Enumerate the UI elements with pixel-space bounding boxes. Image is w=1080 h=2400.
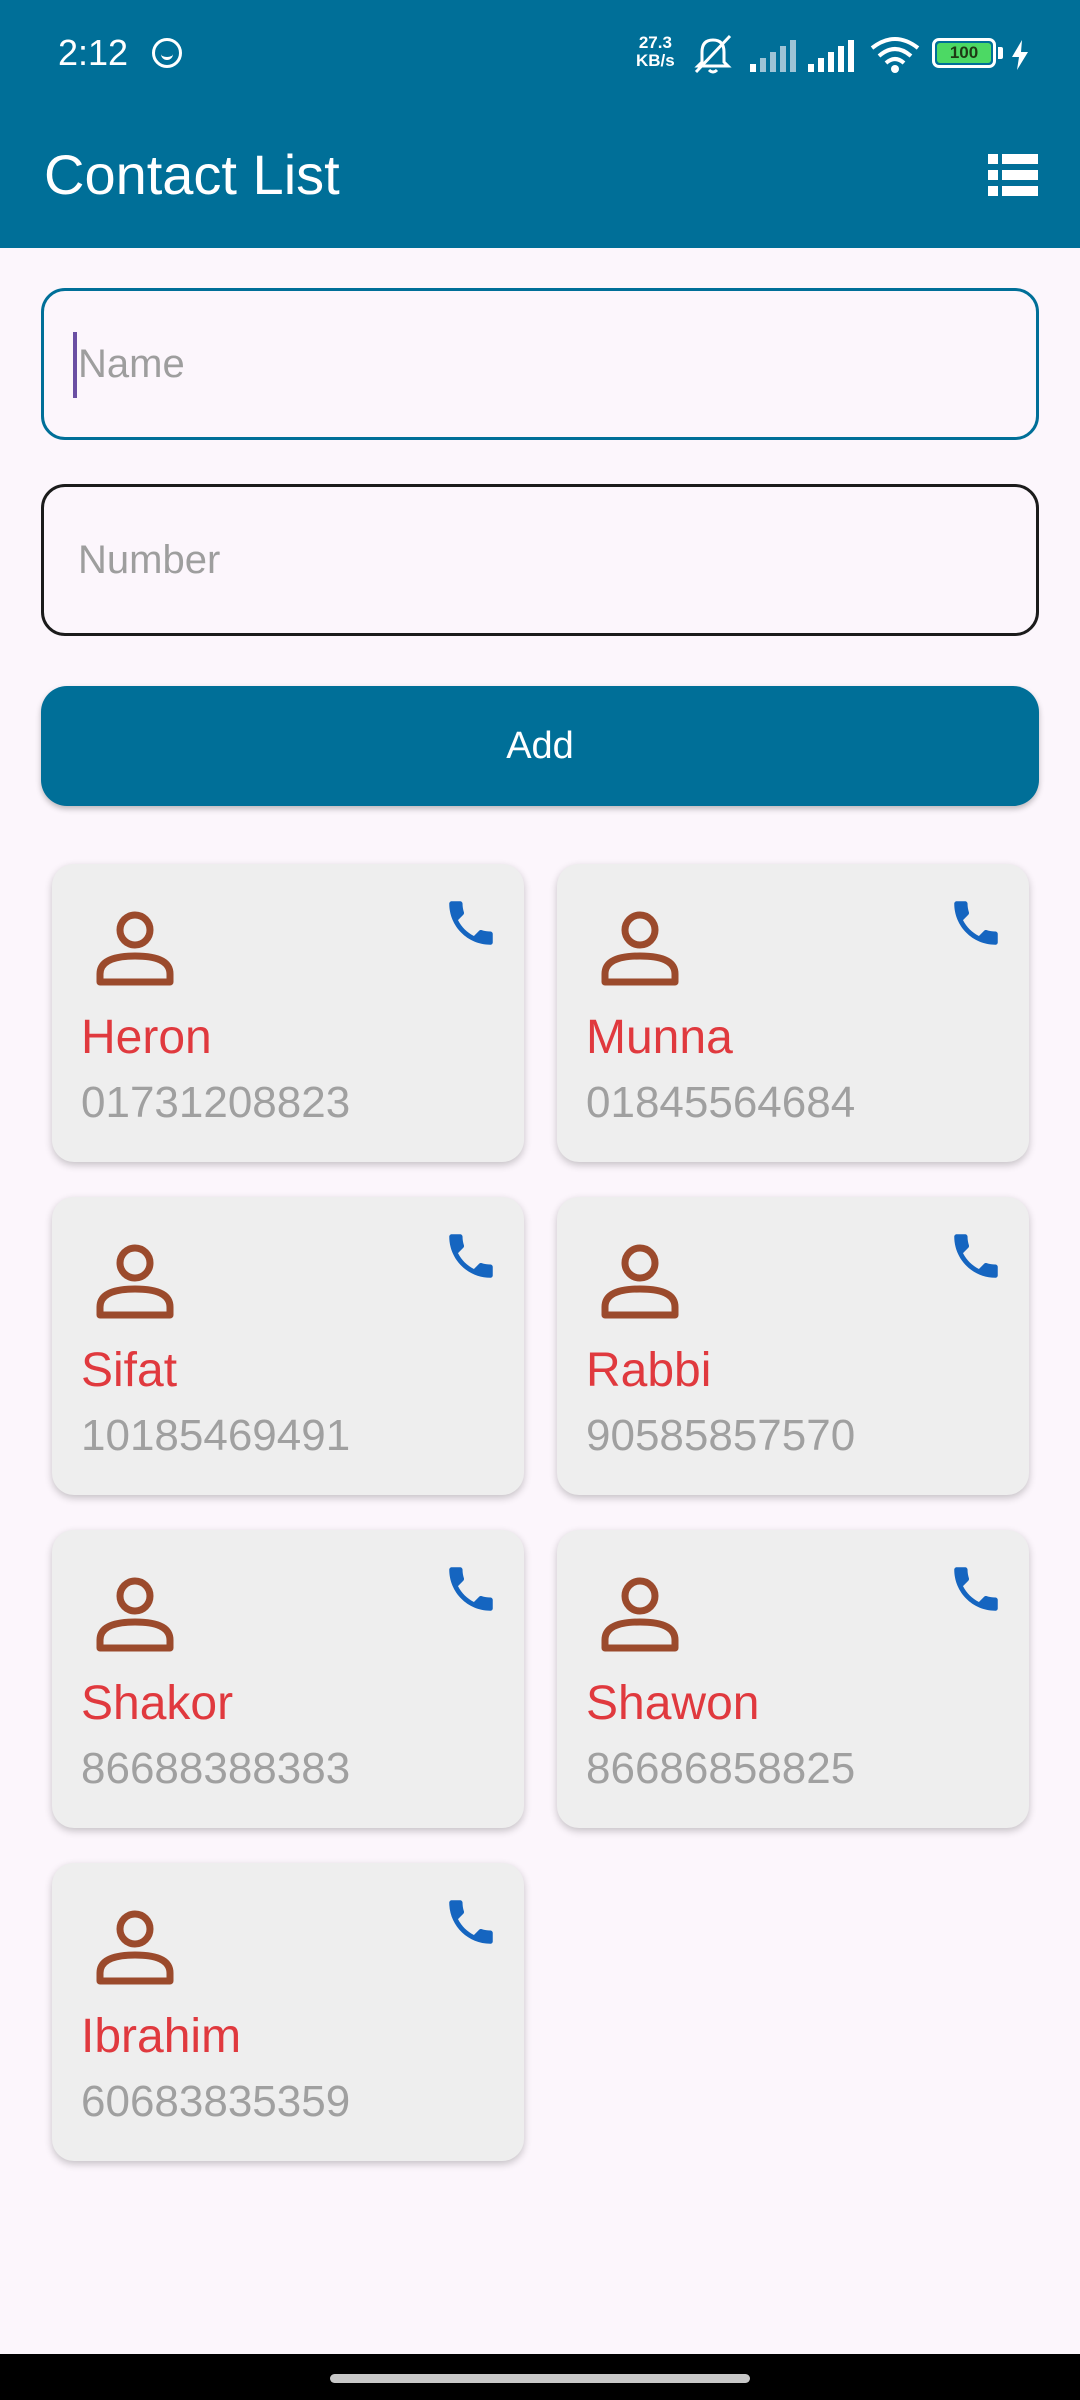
contact-card[interactable]: Ibrahim 60683835359 — [52, 1863, 524, 2161]
person-icon — [96, 911, 174, 986]
contact-name: Munna — [586, 1011, 733, 1064]
contact-card[interactable]: Munna 01845564684 — [557, 864, 1029, 1162]
phone-icon[interactable] — [947, 1227, 1005, 1285]
status-time: 2:12 — [58, 32, 129, 73]
number-input[interactable] — [44, 487, 1036, 633]
contact-card[interactable]: Shakor 86688388383 — [52, 1530, 524, 1828]
app-bar: Contact List — [0, 108, 1080, 248]
contact-card[interactable]: Rabbi 90585857570 — [557, 1197, 1029, 1495]
phone-icon[interactable] — [947, 894, 1005, 952]
person-icon — [601, 911, 679, 986]
contact-number: 60683835359 — [81, 2077, 351, 2126]
name-field-container — [41, 288, 1039, 440]
contact-name: Heron — [81, 1011, 212, 1064]
signal-icon — [808, 40, 854, 72]
number-field-container — [41, 484, 1039, 636]
phone-icon[interactable] — [442, 1560, 500, 1618]
contact-name: Ibrahim — [81, 2010, 242, 2063]
contact-card[interactable]: Heron 01731208823 — [52, 864, 524, 1162]
person-icon — [96, 1910, 174, 1985]
person-icon — [96, 1577, 174, 1652]
phone-icon[interactable] — [442, 1227, 500, 1285]
mute-icon — [694, 34, 732, 74]
contact-number: 10185469491 — [81, 1411, 351, 1460]
contact-number: 86688388383 — [81, 1744, 351, 1793]
battery-tip — [998, 47, 1003, 59]
battery-icon: 100 — [932, 38, 996, 68]
phone-icon[interactable] — [442, 894, 500, 952]
network-speed-unit: KB/s — [636, 51, 675, 70]
contact-number: 01845564684 — [586, 1078, 856, 1127]
page-title: Contact List — [44, 143, 340, 206]
contact-card[interactable]: Shawon 86686858825 — [557, 1530, 1029, 1828]
contact-name: Shakor — [81, 1677, 234, 1730]
wifi-icon — [870, 37, 920, 73]
status-bar: 2:12 27.3 KB/s 100 — [0, 0, 1080, 108]
person-icon — [601, 1244, 679, 1319]
text-cursor — [73, 332, 77, 398]
network-speed-value: 27.3 — [638, 33, 672, 52]
contact-card[interactable]: Sifat 10185469491 — [52, 1197, 524, 1495]
person-icon — [96, 1244, 174, 1319]
contact-name: Rabbi — [586, 1344, 712, 1397]
name-input[interactable] — [44, 291, 1036, 437]
battery-level: 100 — [937, 43, 991, 63]
phone-icon[interactable] — [947, 1560, 1005, 1618]
home-handle[interactable] — [330, 2374, 750, 2383]
contact-number: 90585857570 — [586, 1411, 856, 1460]
contact-number: 86686858825 — [586, 1744, 856, 1793]
contact-name: Shawon — [586, 1677, 760, 1730]
person-icon — [601, 1577, 679, 1652]
notification-face-icon — [152, 38, 182, 68]
phone-icon[interactable] — [442, 1893, 500, 1951]
list-icon[interactable] — [986, 148, 1040, 202]
contact-name: Sifat — [81, 1344, 178, 1397]
navigation-bar — [0, 2354, 1080, 2400]
contact-number: 01731208823 — [81, 1078, 351, 1127]
signal-weak-icon — [750, 40, 796, 72]
network-speed: 27.3 KB/s — [636, 34, 675, 70]
charging-icon — [1012, 40, 1028, 70]
add-button[interactable]: Add — [41, 686, 1039, 806]
